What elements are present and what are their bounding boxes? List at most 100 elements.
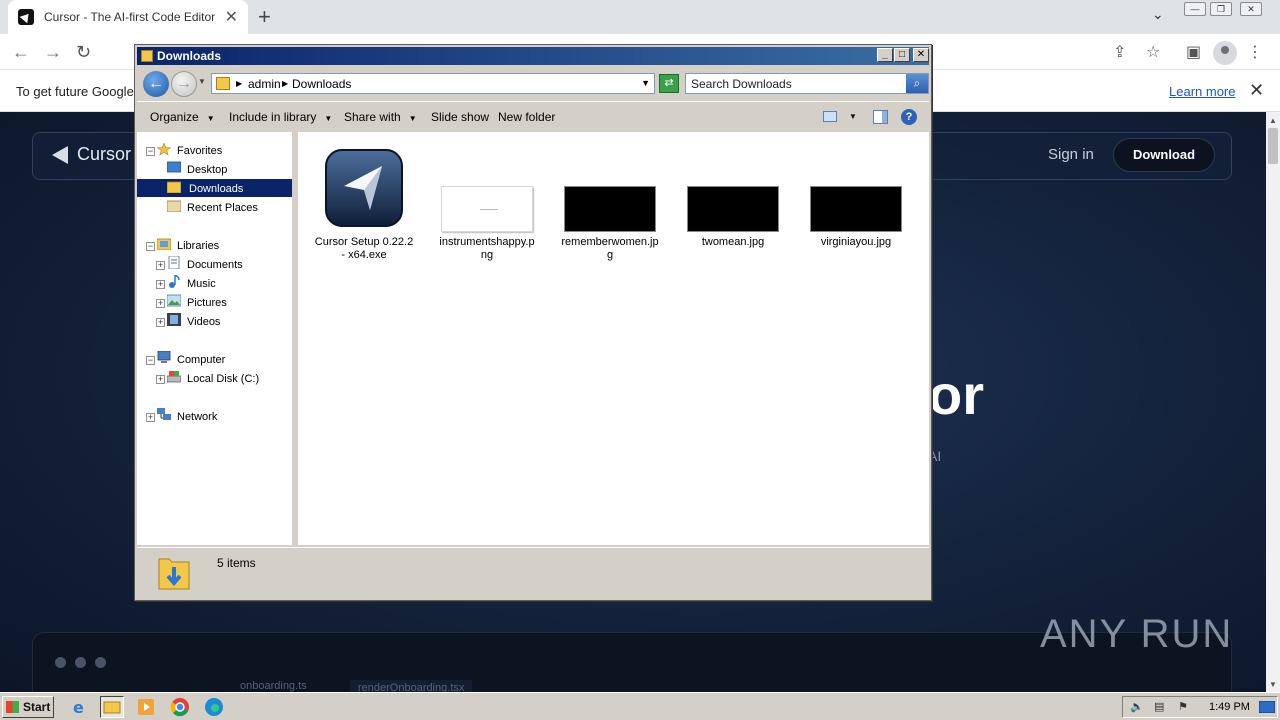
view-dropdown-icon[interactable]: ▼ xyxy=(849,112,857,121)
command-bar: Organize ▼ Include in library ▼ Share with… xyxy=(137,101,929,131)
infobar-message: To get future Google xyxy=(16,84,134,99)
back-button[interactable]: ← xyxy=(143,71,169,97)
nav-desktop[interactable]: Desktop xyxy=(187,161,227,179)
minimize-button[interactable]: — xyxy=(1184,2,1206,16)
breadcrumb-arrow-icon[interactable]: ▶ xyxy=(236,79,242,88)
file-item[interactable]: virginiayou.jpg xyxy=(806,186,906,249)
nav-computer[interactable]: Computer xyxy=(177,351,225,369)
breadcrumb-admin[interactable]: admin xyxy=(248,77,281,91)
nav-computer-label: Computer xyxy=(177,354,226,366)
side-panel-icon[interactable]: ▣ xyxy=(1186,42,1201,62)
explorer-close-button[interactable]: ✕ xyxy=(913,48,929,62)
explorer-title: Downloads xyxy=(157,49,222,63)
bookmark-star-icon[interactable]: ☆ xyxy=(1146,42,1160,62)
svg-text:e: e xyxy=(73,698,84,717)
close-tab-icon[interactable]: ✕ xyxy=(225,7,238,27)
nav-pictures[interactable]: Pictures xyxy=(187,294,227,312)
forward-arrow-icon[interactable]: → xyxy=(44,42,62,63)
taskbar: Start e 🔈 ▤ ⚑ 1:49 PM xyxy=(0,692,1280,720)
computer-icon xyxy=(157,351,171,363)
explorer-maximize-button[interactable]: □ xyxy=(894,48,910,62)
collapse-icon[interactable]: − xyxy=(146,242,155,251)
change-view-icon[interactable] xyxy=(823,111,837,122)
new-folder-button[interactable]: New folder xyxy=(498,110,555,124)
file-item[interactable]: instrumentshappy.png xyxy=(437,186,537,262)
site-brand[interactable]: Cursor xyxy=(77,144,131,165)
infobar-close-icon[interactable]: ✕ xyxy=(1249,80,1264,101)
expand-icon[interactable]: + xyxy=(156,261,165,270)
internet-explorer-icon[interactable]: e xyxy=(68,696,92,718)
explorer-titlebar[interactable]: Downloads xyxy=(137,47,929,65)
nav-recent-places[interactable]: Recent Places xyxy=(187,199,258,217)
refresh-icon[interactable]: ⇄ xyxy=(659,74,679,93)
file-item[interactable]: twomean.jpg xyxy=(683,186,783,249)
nav-videos[interactable]: Videos xyxy=(187,313,220,331)
cursor-favicon-icon xyxy=(18,9,34,25)
new-tab-button[interactable]: + xyxy=(258,4,271,30)
file-item[interactable]: Cursor Setup 0.22.2 - x64.exe xyxy=(314,148,414,262)
nav-libraries[interactable]: Libraries xyxy=(177,237,219,255)
nav-downloads[interactable]: Downloads xyxy=(187,180,245,198)
learn-more-link[interactable]: Learn more xyxy=(1169,84,1235,99)
search-input[interactable] xyxy=(686,74,906,93)
include-in-library-menu[interactable]: Include in library ▼ xyxy=(229,110,332,124)
forward-button[interactable]: → xyxy=(171,71,197,97)
breadcrumb-arrow-icon[interactable]: ▶ xyxy=(282,79,288,88)
slide-show-button[interactable]: Slide show xyxy=(431,110,489,124)
sign-in-link[interactable]: Sign in xyxy=(1048,146,1094,163)
volume-icon[interactable]: 🔈 xyxy=(1130,700,1144,713)
edge-icon[interactable] xyxy=(202,696,226,718)
search-icon[interactable]: ⌕ xyxy=(906,74,928,93)
back-arrow-icon[interactable]: ← xyxy=(12,42,30,63)
scroll-down-icon[interactable]: ▼ xyxy=(1269,680,1277,689)
share-with-menu[interactable]: Share with ▼ xyxy=(344,110,417,124)
breadcrumb-downloads[interactable]: Downloads xyxy=(292,77,351,91)
preview-pane-icon[interactable] xyxy=(873,110,888,124)
help-icon[interactable]: ? xyxy=(901,109,917,125)
expand-icon[interactable]: + xyxy=(156,375,165,384)
nav-local-disk[interactable]: Local Disk (C:) xyxy=(187,370,259,388)
clock[interactable]: 1:49 PM xyxy=(1209,701,1250,713)
nav-favorites[interactable]: Favorites xyxy=(177,142,222,160)
libraries-icon xyxy=(157,238,171,250)
close-window-button[interactable]: ✕ xyxy=(1240,2,1262,16)
profile-avatar[interactable] xyxy=(1213,41,1237,65)
image-thumbnail xyxy=(687,186,779,232)
expand-icon[interactable]: + xyxy=(156,299,165,308)
chrome-menu-icon[interactable]: ⋮ xyxy=(1247,42,1263,62)
nav-network[interactable]: Network xyxy=(177,408,217,426)
organize-menu[interactable]: Organize ▼ xyxy=(150,110,215,124)
expand-icon[interactable]: + xyxy=(156,318,165,327)
start-button[interactable]: Start xyxy=(2,696,54,718)
show-desktop-icon[interactable] xyxy=(1259,701,1275,713)
nav-documents[interactable]: Documents xyxy=(187,256,243,274)
address-bar[interactable]: ▶ admin ▶ Downloads ▼ xyxy=(211,73,655,94)
restore-button[interactable]: ❐ xyxy=(1210,2,1232,16)
scroll-up-icon[interactable]: ▲ xyxy=(1269,116,1277,125)
file-name: rememberwomen.jpg xyxy=(561,236,659,261)
network-tray-icon[interactable]: ▤ xyxy=(1154,700,1164,713)
collapse-icon[interactable]: − xyxy=(146,147,155,156)
reload-icon[interactable]: ↻ xyxy=(76,42,91,63)
browser-tab[interactable]: Cursor - The AI-first Code Editor ✕ xyxy=(8,0,248,34)
site-download-button[interactable]: Download xyxy=(1114,139,1214,171)
nav-music[interactable]: Music xyxy=(187,275,216,293)
media-player-icon[interactable] xyxy=(134,696,158,718)
explorer-taskbar-button[interactable] xyxy=(100,696,124,718)
collapse-icon[interactable]: − xyxy=(146,356,155,365)
cursor-logo-icon[interactable] xyxy=(52,146,68,164)
scrollbar-thumb[interactable] xyxy=(1268,128,1278,164)
file-item[interactable]: rememberwomen.jpg xyxy=(560,186,660,262)
explorer-minimize-button[interactable]: _ xyxy=(877,48,893,62)
share-icon[interactable]: ⇪ xyxy=(1113,42,1126,62)
editor-tab: renderOnboarding.tsx xyxy=(350,680,473,692)
page-scrollbar[interactable] xyxy=(1266,112,1280,692)
chrome-icon[interactable] xyxy=(168,696,192,718)
tab-search-icon[interactable]: ⌄ xyxy=(1152,6,1164,23)
history-dropdown-icon[interactable]: ▼ xyxy=(198,77,206,86)
action-center-flag-icon[interactable]: ⚑ xyxy=(1178,700,1188,713)
expand-icon[interactable]: + xyxy=(156,280,165,289)
expand-icon[interactable]: + xyxy=(146,413,155,422)
videos-icon xyxy=(167,313,181,326)
address-dropdown-icon[interactable]: ▼ xyxy=(641,78,650,88)
